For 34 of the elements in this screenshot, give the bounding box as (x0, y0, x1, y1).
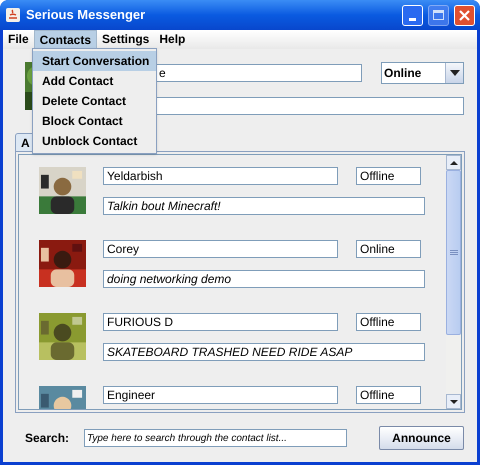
contact-status-field: Offline (356, 386, 421, 404)
contact-message-field: SKATEBOARD TRASHED NEED RIDE ASAP (103, 343, 425, 361)
down-arrow-icon (450, 400, 458, 404)
contact-message-field: doing networking demo (103, 270, 425, 288)
grip-icon (450, 250, 458, 255)
contact-name-field: FURIOUS D (103, 313, 338, 331)
menu-entry[interactable]: Unblock Contact (33, 131, 156, 151)
search-field[interactable]: Type here to search through the contact list... (84, 429, 347, 447)
contact-name-field: Engineer (103, 386, 338, 404)
announce-button[interactable]: Announce (379, 426, 464, 450)
contact-status-field: Offline (356, 167, 421, 185)
close-icon (459, 10, 470, 20)
contact-status-field: Offline (356, 313, 421, 331)
scrollbar[interactable] (446, 155, 461, 409)
menu-item[interactable]: Settings (97, 30, 154, 49)
minimize-button[interactable] (402, 4, 423, 26)
caret-icon (450, 70, 460, 76)
menu-item[interactable]: Help (154, 30, 190, 49)
maximize-button[interactable] (428, 4, 449, 26)
menu-item[interactable]: File (3, 30, 34, 49)
menu-entry[interactable]: Delete Contact (33, 91, 156, 111)
menu-entry[interactable]: Block Contact (33, 111, 156, 131)
menu-item[interactable]: Contacts (34, 30, 98, 49)
contact-name-field: Corey (103, 240, 338, 258)
status-dropdown[interactable]: Online (381, 62, 464, 84)
close-button[interactable] (454, 4, 475, 26)
contact-name-field: Yeldarbish (103, 167, 338, 185)
up-arrow-icon (450, 160, 458, 164)
window-title: Serious Messenger (26, 6, 146, 24)
menu-entry[interactable]: Start Conversation (33, 51, 156, 71)
search-label: Search: (25, 430, 70, 447)
contact-message-field: Talkin bout Minecraft! (103, 197, 425, 215)
app-icon (5, 7, 21, 23)
contact-status-field: Online (356, 240, 421, 258)
